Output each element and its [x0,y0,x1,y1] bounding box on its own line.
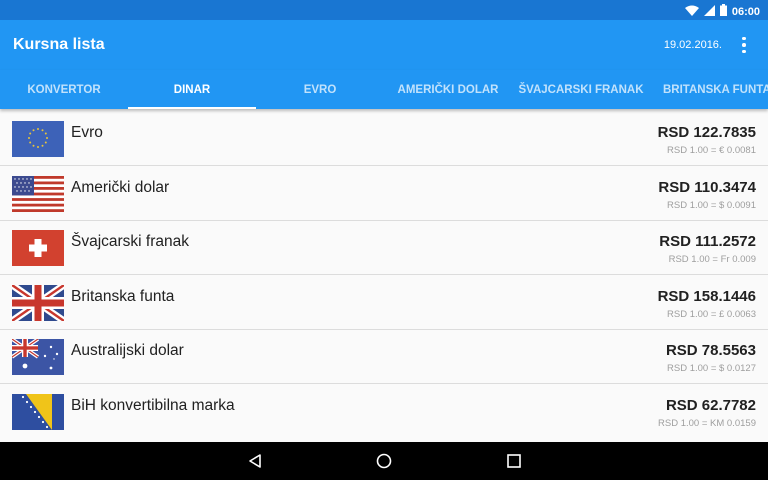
tab-dinar[interactable]: DINAR [128,70,256,109]
ba-flag-icon [12,394,64,430]
rates-date: 19.02.2016. [663,39,722,51]
rate-row-evro[interactable]: Evro RSD 122.7835 RSD 1.00 = € 0.0081 [0,112,768,166]
currency-name: Američki dolar [71,179,170,196]
currency-tabs: KONVERTOR DINAR EVRO AMERIČKI DOLAR ŠVAJ… [0,70,768,109]
au-flag-icon [12,339,64,375]
currency-conversion: RSD 1.00 = Fr 0.009 [668,254,756,265]
currency-name: Evro [71,124,103,141]
wifi-icon [684,3,699,21]
rate-row-australijski-dolar[interactable]: Australijski dolar RSD 78.5563 RSD 1.00 … [0,330,768,384]
menu-dot [742,36,746,41]
currency-rate: RSD 62.7782 [665,397,756,414]
currency-conversion: RSD 1.00 = € 0.0081 [667,145,756,156]
more-vert-icon[interactable] [736,34,752,56]
menu-dot [742,43,746,47]
currency-name: Britanska funta [71,288,175,305]
currency-conversion: RSD 1.00 = $ 0.0091 [667,200,756,211]
eu-flag-icon [12,121,64,157]
tab-konvertor[interactable]: KONVERTOR [0,70,128,109]
home-icon[interactable] [373,451,395,471]
us-flag-icon [12,176,64,212]
currency-name: BiH konvertibilna marka [71,397,235,414]
status-bar: 06:00 [0,0,768,20]
uk-flag-icon [12,285,64,321]
rate-row-svajcarski-franak[interactable]: Švajcarski franak RSD 111.2572 RSD 1.00 … [0,221,768,275]
currency-conversion: RSD 1.00 = KM 0.0159 [658,418,756,429]
recents-icon[interactable] [503,451,525,471]
currency-rate: RSD 110.3474 [658,179,756,196]
back-icon[interactable] [244,451,266,471]
currency-rate: RSD 158.1446 [657,288,756,305]
currency-name: Švajcarski franak [71,233,190,250]
status-time: 06:00 [731,6,760,18]
tab-evro[interactable]: EVRO [256,70,384,109]
tab-svajcarski-franak[interactable]: ŠVAJCARSKI FRANAK [517,70,645,109]
app-title: Kursna lista [13,36,105,53]
rate-row-britanska-funta[interactable]: Britanska funta RSD 158.1446 RSD 1.00 = … [0,276,768,330]
currency-name: Australijski dolar [71,342,184,359]
tab-britanska-funta[interactable]: BRITANSKA FUNTA [643,70,768,109]
menu-dot [742,49,746,54]
signal-icon [703,3,715,21]
rate-row-americki-dolar[interactable]: Američki dolar RSD 110.3474 RSD 1.00 = $… [0,167,768,221]
rate-list: Evro RSD 122.7835 RSD 1.00 = € 0.0081 Am… [0,109,768,442]
tab-americki-dolar[interactable]: AMERIČKI DOLAR [384,70,512,109]
currency-conversion: RSD 1.00 = £ 0.0063 [667,309,756,320]
battery-icon [719,3,727,21]
currency-rate: RSD 78.5563 [665,342,756,359]
system-nav-bar [0,442,768,480]
currency-rate: RSD 122.7835 [657,124,756,141]
status-icons: 06:00 [684,3,760,21]
currency-conversion: RSD 1.00 = $ 0.0127 [667,363,756,374]
app-bar: Kursna lista 19.02.2016. [0,20,768,70]
currency-rate: RSD 111.2572 [659,233,756,250]
ch-flag-icon [12,230,64,266]
rate-row-bih-konvertibilna-marka[interactable]: BiH konvertibilna marka RSD 62.7782 RSD … [0,385,768,439]
